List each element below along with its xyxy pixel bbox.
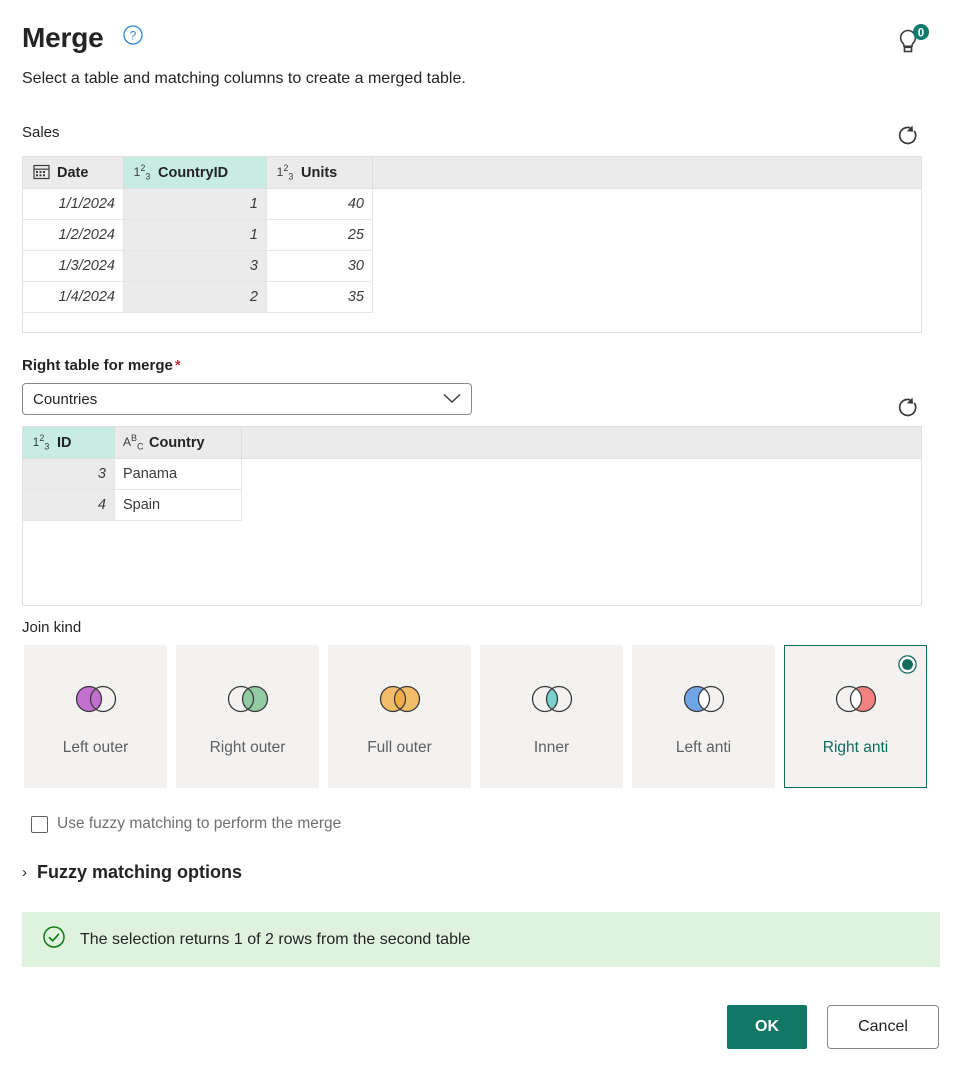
- right-outer-venn-icon: [225, 682, 271, 721]
- right-table-preview: 123 ID ABC Country 3 Panama 4 Spain: [22, 426, 922, 606]
- join-kind-option-label: Full outer: [367, 738, 432, 756]
- inner-venn-icon: [529, 682, 575, 721]
- full-outer-venn-icon: [377, 682, 423, 721]
- fuzzy-matching-options-expander[interactable]: › Fuzzy matching options: [22, 862, 242, 883]
- left_table-column-header[interactable]: 123 CountryID: [124, 157, 267, 188]
- table-row: 3 Panama: [23, 459, 921, 490]
- status-banner: The selection returns 1 of 2 rows from t…: [22, 912, 940, 967]
- join-kind-option-full-outer[interactable]: Full outer: [328, 645, 471, 788]
- right_table-column-header[interactable]: ABC Country: [115, 427, 242, 458]
- join-kind-option-right-outer[interactable]: Right outer: [176, 645, 319, 788]
- table-cell: 1: [124, 220, 267, 251]
- join-kind-option-label: Inner: [533, 738, 570, 756]
- row-filler: [242, 490, 921, 521]
- number-123-icon: 123: [32, 432, 50, 452]
- table-cell: Panama: [115, 459, 242, 490]
- right-table-selected-value: Countries: [33, 390, 98, 408]
- radio-selected-icon: [898, 655, 917, 674]
- status-message: The selection returns 1 of 2 rows from t…: [80, 930, 471, 948]
- table-cell: 4: [23, 490, 115, 521]
- row-filler: [373, 220, 921, 251]
- table-cell: 1/4/2024: [23, 282, 124, 313]
- left-table-preview: Date 123 CountryID 123 Units 1/1/2024 1 40 1/2/…: [22, 156, 922, 333]
- join-kind-label: Join kind: [22, 619, 82, 636]
- table-cell: 1/1/2024: [23, 189, 124, 220]
- row-filler: [373, 189, 921, 220]
- cancel-button[interactable]: Cancel: [827, 1005, 939, 1049]
- row-filler: [242, 459, 921, 490]
- left-anti-venn-icon: [681, 682, 727, 721]
- fuzzy-matching-checkbox[interactable]: Use fuzzy matching to perform the merge: [31, 815, 341, 833]
- dialog-subtitle: Select a table and matching columns to c…: [22, 70, 466, 87]
- right-table-header-row: 123 ID ABC Country: [23, 427, 921, 459]
- question-circle-icon[interactable]: ?: [122, 24, 144, 51]
- table-cell: 25: [267, 220, 373, 251]
- table-cell: 35: [267, 282, 373, 313]
- table-cell: 1/2/2024: [23, 220, 124, 251]
- table-row: 1/3/2024 3 30: [23, 251, 921, 282]
- left-table-body: 1/1/2024 1 40 1/2/2024 1 25 1/3/2024 3 30 1/4/202…: [23, 189, 921, 313]
- chevron-right-icon: ›: [22, 864, 27, 881]
- table-cell: 1/3/2024: [23, 251, 124, 282]
- row-filler: [373, 251, 921, 282]
- left-table-label: Sales: [22, 124, 60, 141]
- svg-text:?: ?: [130, 28, 137, 42]
- join-kind-option-label: Right anti: [822, 738, 889, 756]
- right-table-select[interactable]: Countries: [22, 383, 472, 415]
- lightbulb-icon[interactable]: 0: [892, 24, 940, 58]
- left_table-column-header[interactable]: Date: [23, 157, 124, 188]
- join-kind-option-left-outer[interactable]: Left outer: [24, 645, 167, 788]
- left-outer-venn-icon: [73, 682, 119, 721]
- table-row: 4 Spain: [23, 490, 921, 521]
- right_table-column-name: Country: [149, 434, 205, 451]
- table-cell: 3: [124, 251, 267, 282]
- left_table-header-filler: [373, 157, 921, 188]
- join-kind-option-label: Right outer: [209, 738, 286, 756]
- join-kind-option-right-anti[interactable]: Right anti: [784, 645, 927, 788]
- table-cell: 40: [267, 189, 373, 220]
- join-kind-option-label: Left anti: [675, 738, 732, 756]
- right-table-body: 3 Panama 4 Spain: [23, 459, 921, 521]
- table-cell: 1: [124, 189, 267, 220]
- left_table-column-name: CountryID: [158, 164, 229, 181]
- tips-badge-count: 0: [918, 28, 924, 40]
- checkbox-box: [31, 815, 48, 833]
- table-cell: 30: [267, 251, 373, 282]
- fuzzy-matching-options-label: Fuzzy matching options: [37, 862, 242, 882]
- required-marker: *: [174, 357, 181, 374]
- right-table-refresh-icon[interactable]: [892, 392, 922, 422]
- table-cell: Spain: [115, 490, 242, 521]
- fuzzy-matching-label: Use fuzzy matching to perform the merge: [57, 815, 342, 832]
- left_table-column-name: Date: [57, 164, 89, 181]
- row-filler: [373, 282, 921, 313]
- check-circle-icon: [42, 925, 66, 954]
- table-row: 1/1/2024 1 40: [23, 189, 921, 220]
- page-title: Merge: [22, 22, 104, 53]
- join-kind-option-label: Left outer: [62, 738, 129, 756]
- join-kind-option-left-anti[interactable]: Left anti: [632, 645, 775, 788]
- left_table-column-name: Units: [301, 164, 338, 181]
- left-table-header-row: Date 123 CountryID 123 Units: [23, 157, 921, 189]
- table-cell: 2: [124, 282, 267, 313]
- right-table-label: Right table for merge *: [22, 357, 181, 374]
- abc-text-icon: ABC: [123, 432, 144, 452]
- number-123-icon: 123: [276, 162, 294, 182]
- dialog-header: Merge ? 0: [22, 18, 940, 62]
- right-anti-venn-icon: [833, 682, 879, 721]
- ok-button[interactable]: OK: [727, 1005, 807, 1049]
- join-kind-option-inner[interactable]: Inner: [480, 645, 623, 788]
- join-kind-options: Left outer Right outer Full outer Inner Left…: [24, 645, 934, 788]
- chevron-down-icon: [443, 391, 461, 408]
- left-table-refresh-icon[interactable]: [892, 120, 922, 150]
- table-cell: 3: [23, 459, 115, 490]
- right_table-column-name: ID: [57, 434, 72, 451]
- left_table-column-header[interactable]: 123 Units: [267, 157, 373, 188]
- table-row: 1/2/2024 1 25: [23, 220, 921, 251]
- right_table-header-filler: [242, 427, 921, 458]
- calendar-icon: [31, 163, 51, 182]
- right_table-column-header[interactable]: 123 ID: [23, 427, 115, 458]
- right-table-label-text: Right table for merge: [22, 357, 173, 374]
- number-123-icon: 123: [133, 162, 151, 182]
- table-row: 1/4/2024 2 35: [23, 282, 921, 313]
